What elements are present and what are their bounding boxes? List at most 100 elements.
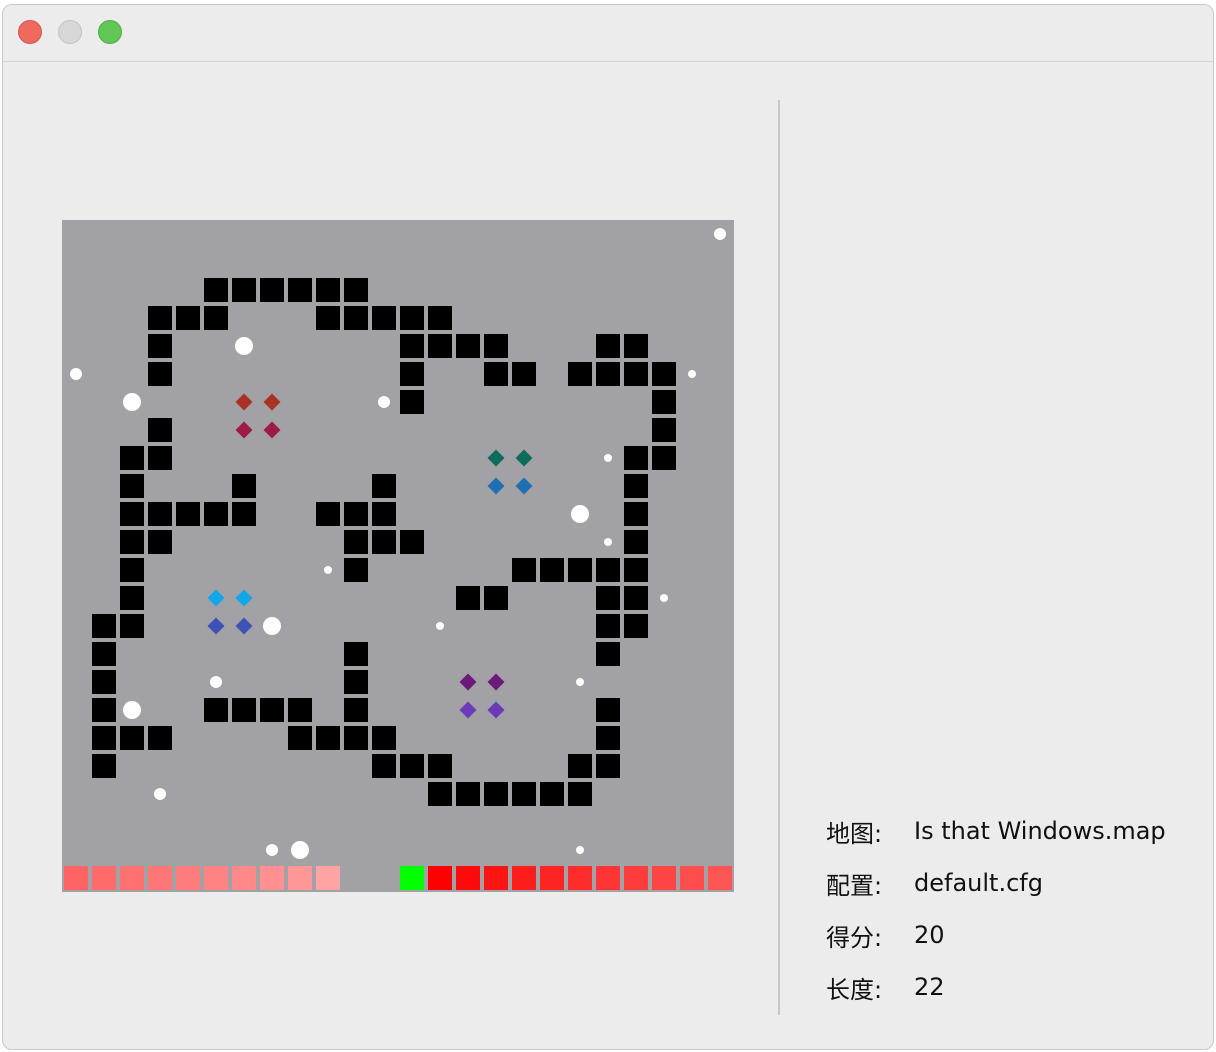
diamond-gem-icon: [263, 393, 281, 411]
snake-1-segment: [120, 866, 144, 890]
food-dot: [604, 538, 612, 546]
wall-block: [372, 474, 396, 498]
wall-block: [120, 474, 144, 498]
maximize-window-button[interactable]: [98, 20, 122, 44]
wall-block: [176, 502, 200, 526]
wall-block: [484, 362, 508, 386]
wall-block: [316, 726, 340, 750]
wall-block: [344, 698, 368, 722]
snake-2-segment: [652, 866, 676, 890]
wall-block: [288, 278, 312, 302]
wall-block: [344, 642, 368, 666]
wall-block: [484, 334, 508, 358]
map-label: 地图:: [826, 819, 883, 848]
wall-block: [92, 754, 116, 778]
wall-block: [176, 306, 200, 330]
wall-block: [232, 278, 256, 302]
snake-2-segment: [568, 866, 592, 890]
wall-block: [652, 418, 676, 442]
snake-1-segment: [204, 866, 228, 890]
length-value: 22: [914, 973, 945, 1001]
length-info-row: 长度: 22: [826, 961, 1196, 1013]
length-label: 长度:: [826, 975, 883, 1004]
snake-2-segment: [456, 866, 480, 890]
minimize-window-button[interactable]: [58, 20, 82, 44]
snake-1-segment: [92, 866, 116, 890]
wall-block: [92, 614, 116, 638]
food-dot: [123, 701, 141, 719]
close-window-button[interactable]: [18, 20, 42, 44]
wall-block: [596, 642, 620, 666]
wall-block: [456, 586, 480, 610]
food-dot: [576, 678, 584, 686]
score-value: 20: [914, 921, 945, 949]
wall-block: [456, 334, 480, 358]
wall-block: [568, 558, 592, 582]
wall-block: [316, 306, 340, 330]
wall-block: [540, 782, 564, 806]
wall-block: [120, 614, 144, 638]
wall-block: [120, 586, 144, 610]
wall-block: [568, 754, 592, 778]
game-board[interactable]: [62, 220, 734, 892]
wall-block: [624, 614, 648, 638]
wall-block: [400, 754, 424, 778]
food-dot: [604, 454, 612, 462]
score-label: 得分:: [826, 923, 883, 952]
wall-block: [148, 502, 172, 526]
wall-block: [148, 446, 172, 470]
wall-block: [344, 726, 368, 750]
wall-block: [372, 306, 396, 330]
wall-block: [372, 754, 396, 778]
wall-block: [624, 362, 648, 386]
wall-block: [428, 306, 452, 330]
wall-block: [316, 502, 340, 526]
wall-block: [428, 334, 452, 358]
food-dot: [688, 370, 696, 378]
wall-block: [652, 446, 676, 470]
wall-block: [540, 558, 564, 582]
snake-1-segment: [288, 866, 312, 890]
info-panel: 地图: Is that Windows.map 配置: default.cfg …: [826, 805, 1196, 1013]
diamond-gem-icon: [235, 589, 253, 607]
app-window: 地图: Is that Windows.map 配置: default.cfg …: [2, 4, 1214, 1050]
diamond-gem-icon: [487, 449, 505, 467]
snake-2-segment: [428, 866, 452, 890]
diamond-gem-icon: [263, 421, 281, 439]
diamond-gem-icon: [207, 617, 225, 635]
wall-block: [204, 278, 228, 302]
snake-1-segment: [176, 866, 200, 890]
config-value: default.cfg: [914, 869, 1043, 897]
wall-block: [148, 726, 172, 750]
wall-block: [92, 642, 116, 666]
wall-block: [512, 558, 536, 582]
wall-block: [596, 558, 620, 582]
config-info-row: 配置: default.cfg: [826, 857, 1196, 909]
wall-block: [456, 782, 480, 806]
wall-block: [596, 362, 620, 386]
snake-2-segment: [512, 866, 536, 890]
wall-block: [400, 362, 424, 386]
wall-block: [512, 362, 536, 386]
wall-block: [120, 530, 144, 554]
wall-block: [624, 502, 648, 526]
snake-2-segment: [624, 866, 648, 890]
food-dot: [324, 566, 332, 574]
wall-block: [484, 782, 508, 806]
food-dot: [378, 396, 390, 408]
food-dot: [263, 617, 281, 635]
wall-block: [148, 530, 172, 554]
wall-block: [568, 362, 592, 386]
wall-block: [120, 726, 144, 750]
food-dot: [571, 505, 589, 523]
snake-1-segment: [316, 866, 340, 890]
snake-1-segment: [64, 866, 88, 890]
wall-block: [624, 474, 648, 498]
wall-block: [372, 502, 396, 526]
wall-block: [344, 558, 368, 582]
wall-block: [596, 698, 620, 722]
map-info-row: 地图: Is that Windows.map: [826, 805, 1196, 857]
wall-block: [204, 502, 228, 526]
snake-2-segment: [680, 866, 704, 890]
wall-block: [260, 278, 284, 302]
